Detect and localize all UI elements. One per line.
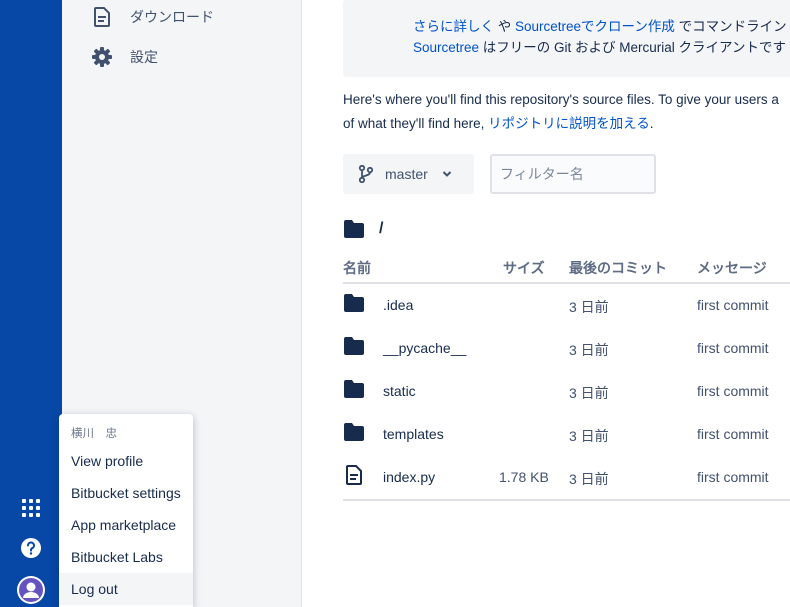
avatar[interactable] — [16, 575, 46, 605]
table-header: 名前 サイズ 最後のコミット メッセージ — [343, 255, 790, 284]
menu-item-bitbucket-settings[interactable]: Bitbucket settings — [59, 477, 193, 509]
branch-label: master — [385, 166, 428, 182]
file-name[interactable]: .idea — [383, 297, 413, 313]
branch-selector-button[interactable]: master — [343, 154, 474, 194]
column-header-name[interactable]: 名前 — [343, 258, 371, 278]
gear-icon — [92, 47, 112, 67]
folder-icon — [343, 293, 367, 315]
info-box: さらに詳しく や Sourcetreeでクローン作成 でコマンドライン Sour… — [343, 0, 790, 77]
global-nav — [0, 0, 62, 607]
sidebar-item-label: ダウンロード — [130, 9, 214, 25]
app-switcher-icon[interactable] — [19, 496, 43, 520]
clone-sourcetree-link[interactable]: Sourcetreeでクローン作成 — [515, 19, 675, 34]
breadcrumb: / — [343, 219, 383, 239]
path-root[interactable]: / — [379, 220, 383, 238]
document-icon — [92, 7, 112, 27]
help-icon[interactable] — [19, 536, 43, 560]
last-commit: 3 日前 — [569, 299, 609, 315]
sourcetree-link[interactable]: Sourcetree — [413, 40, 479, 55]
menu-item-log-out[interactable]: Log out — [59, 573, 193, 605]
info-line-2: Sourcetree はフリーの Git および Mercurial クライアン… — [413, 40, 787, 55]
column-header-last-commit[interactable]: 最後のコミット — [569, 258, 667, 278]
menu-item-view-profile[interactable]: View profile — [59, 445, 193, 477]
folder-icon — [343, 336, 367, 358]
table-row[interactable]: static 3 日前 first commit — [343, 369, 790, 412]
table-row[interactable]: .idea 3 日前 first commit — [343, 283, 790, 326]
repo-description-line-2: of what they'll find here, リポジトリに説明を加える. — [343, 116, 654, 131]
profile-username: 横川 忠 — [71, 428, 117, 440]
file-name[interactable]: __pycache__ — [383, 340, 466, 356]
file-name[interactable]: templates — [383, 426, 444, 442]
chevron-down-icon — [442, 170, 452, 178]
file-size: 1.78 KB — [499, 469, 549, 485]
commit-message[interactable]: first commit — [697, 340, 769, 356]
folder-icon — [343, 379, 367, 401]
profile-menu: 横川 忠 View profile Bitbucket settings App… — [59, 414, 193, 607]
learn-more-link[interactable]: さらに詳しく — [413, 19, 494, 34]
commit-message[interactable]: first commit — [697, 383, 769, 399]
commit-message[interactable]: first commit — [697, 426, 769, 442]
table-row[interactable]: __pycache__ 3 日前 first commit — [343, 326, 790, 369]
sidebar-item-label: 設定 — [130, 49, 158, 65]
folder-icon — [343, 219, 365, 239]
sidebar-item-downloads[interactable]: ダウンロード — [92, 5, 214, 29]
branch-icon — [359, 165, 373, 183]
last-commit: 3 日前 — [569, 428, 609, 444]
menu-item-app-marketplace[interactable]: App marketplace — [59, 509, 193, 541]
last-commit: 3 日前 — [569, 471, 609, 487]
commit-message[interactable]: first commit — [697, 469, 769, 485]
column-header-size[interactable]: サイズ — [503, 258, 545, 278]
last-commit: 3 日前 — [569, 385, 609, 401]
table-row[interactable]: index.py 1.78 KB 3 日前 first commit — [343, 455, 790, 498]
filter-input[interactable] — [490, 154, 656, 194]
info-line-1: さらに詳しく や Sourcetreeでクローン作成 でコマンドライン — [413, 19, 787, 34]
sidebar-item-settings[interactable]: 設定 — [92, 45, 158, 69]
commit-message[interactable]: first commit — [697, 297, 769, 313]
repo-description-line-1: Here's where you'll find this repository… — [343, 92, 779, 107]
file-icon — [346, 465, 370, 487]
folder-icon — [343, 422, 367, 444]
table-row[interactable]: templates 3 日前 first commit — [343, 412, 790, 455]
table-divider — [343, 499, 790, 501]
menu-item-bitbucket-labs[interactable]: Bitbucket Labs — [59, 541, 193, 573]
add-description-link[interactable]: リポジトリに説明を加える — [488, 116, 650, 131]
file-name[interactable]: index.py — [383, 469, 435, 485]
last-commit: 3 日前 — [569, 342, 609, 358]
file-name[interactable]: static — [383, 383, 416, 399]
column-header-message[interactable]: メッセージ — [697, 258, 767, 278]
main-content: さらに詳しく や Sourcetreeでクローン作成 でコマンドライン Sour… — [302, 0, 790, 607]
